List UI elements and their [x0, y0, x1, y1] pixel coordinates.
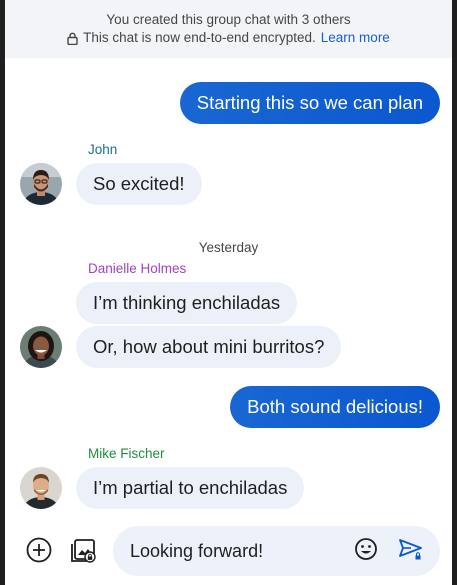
sender-name-mike: Mike Fischer [88, 446, 165, 461]
message-input-text[interactable]: Looking forward! [130, 526, 263, 576]
date-divider: Yesterday [198, 240, 259, 255]
encryption-banner: You created this group chat with 3 other… [5, 0, 452, 58]
encryption-text: This chat is now end-to-end encrypted. [83, 30, 316, 45]
send-button[interactable] [397, 537, 425, 565]
outgoing-message[interactable]: Starting this so we can plan [179, 82, 440, 124]
incoming-message[interactable]: I’m partial to enchiladas [76, 467, 305, 509]
emoji-icon [354, 537, 378, 566]
group-created-text: You created this group chat with 3 other… [106, 12, 351, 27]
avatar-danielle[interactable] [20, 326, 62, 368]
lock-icon [67, 32, 78, 45]
avatar-john[interactable] [20, 163, 62, 205]
gallery-button[interactable] [68, 537, 98, 567]
incoming-message[interactable]: I’m thinking enchiladas [76, 282, 298, 324]
sender-name-john: John [88, 142, 118, 157]
photo-library-icon [69, 536, 97, 569]
learn-more-link[interactable]: Learn more [321, 29, 390, 47]
add-attachment-button[interactable] [25, 537, 53, 568]
emoji-button[interactable] [353, 537, 379, 566]
encryption-line: This chat is now end-to-end encrypted. L… [5, 29, 452, 47]
message-input[interactable]: Looking forward! [113, 526, 440, 576]
avatar-mike[interactable] [20, 467, 62, 509]
plus-circle-icon [26, 537, 52, 568]
sender-name-danielle: Danielle Holmes [88, 261, 187, 276]
chat-screen: You created this group chat with 3 other… [5, 0, 452, 585]
incoming-message[interactable]: So excited! [76, 163, 202, 205]
message-composer: Looking forward! [5, 520, 452, 585]
incoming-message[interactable]: Or, how about mini burritos? [76, 326, 342, 368]
send-encrypted-icon [397, 535, 425, 568]
outgoing-message[interactable]: Both sound delicious! [230, 386, 440, 428]
